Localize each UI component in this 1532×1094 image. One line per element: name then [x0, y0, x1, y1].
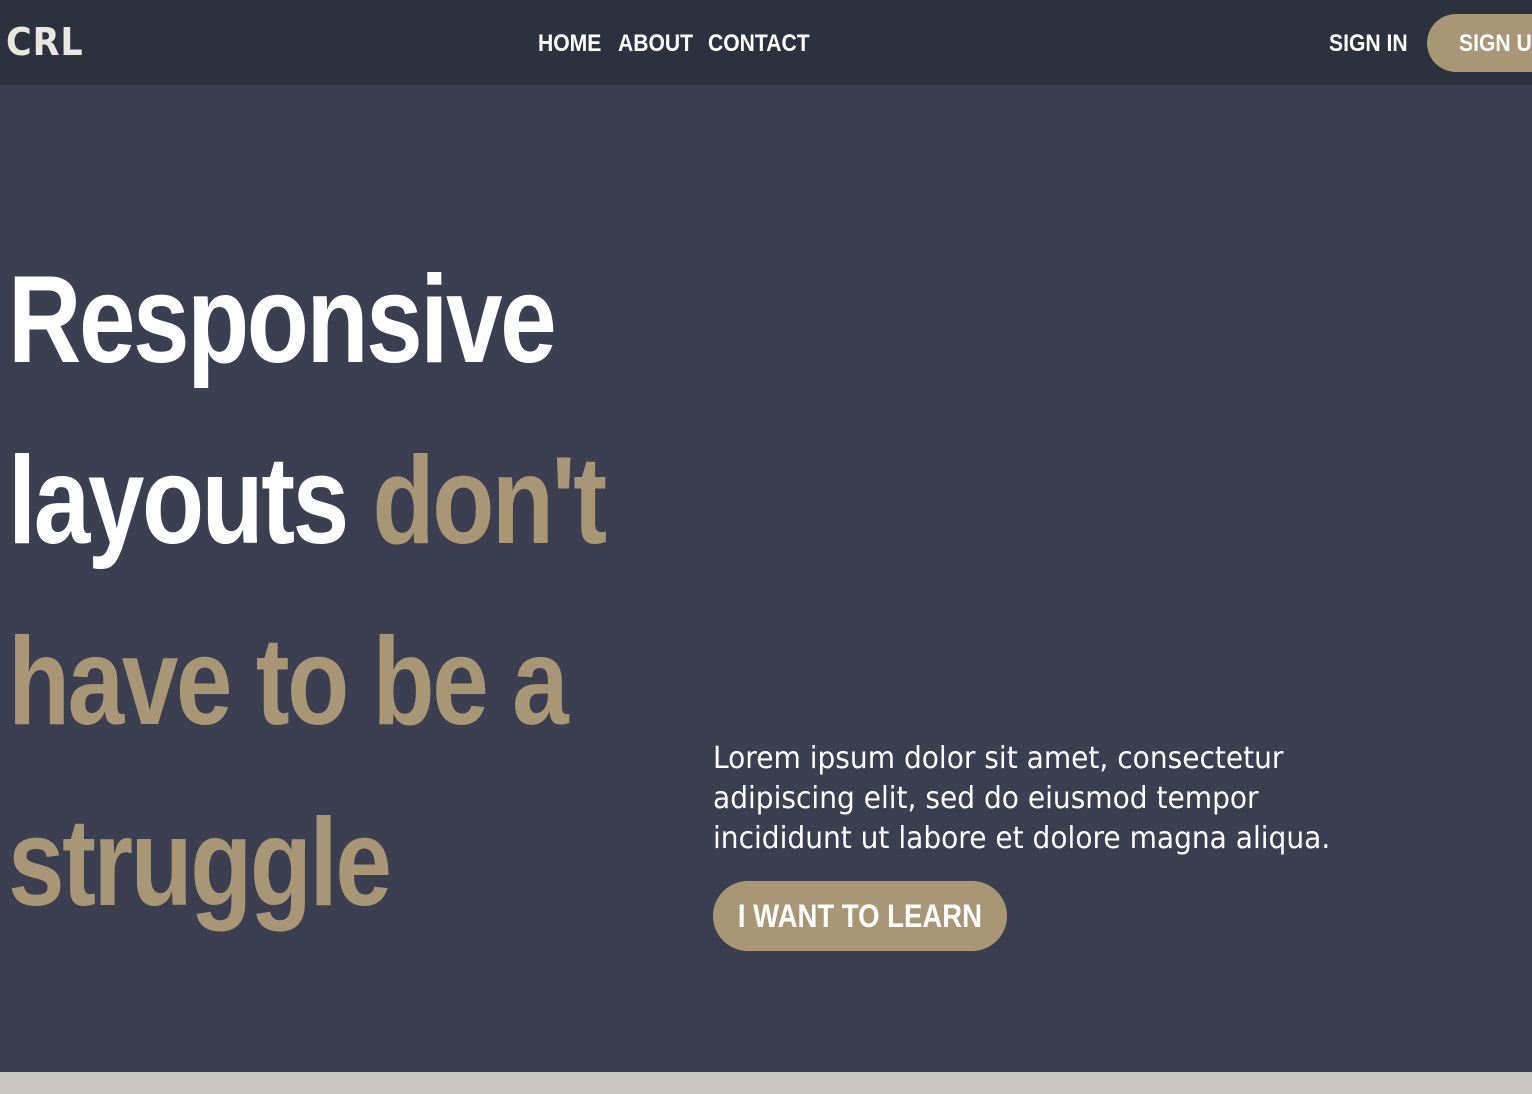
nav-link-about[interactable]: ABOUT [618, 25, 693, 63]
hero-heading-line-1: Responsive [8, 230, 566, 411]
hero-paragraph-line-1: Lorem ipsum dolor sit amet, consectetur [713, 741, 1284, 776]
nav-link-contact[interactable]: CONTACT [708, 25, 810, 63]
hero-heading-word-layouts: layouts [8, 432, 349, 570]
learn-cta-label: I WANT TO LEARN [737, 898, 983, 934]
sign-up-button[interactable]: SIGN UP [1427, 14, 1532, 72]
nav-link-home[interactable]: HOME [538, 25, 601, 63]
top-navbar: CRL HOME ABOUT CONTACT SIGN IN SIGN UP [0, 0, 1532, 85]
hero-paragraph-line-2: adipiscing elit, sed do eiusmod tempor [713, 781, 1259, 816]
sign-in-link[interactable]: SIGN IN [1329, 25, 1408, 63]
hero-paragraph: Lorem ipsum dolor sit amet, consectetur … [713, 739, 1473, 859]
hero-heading-word-dont: don't [372, 432, 608, 570]
hero-heading-word-responsive: Responsive [8, 251, 557, 389]
next-section-edge [0, 1072, 1532, 1094]
sign-up-label: SIGN UP [1459, 30, 1532, 57]
hero-paragraph-line-3: incididunt ut labore et dolore magna ali… [713, 821, 1331, 856]
hero-heading-line-4: struggle [8, 794, 392, 932]
learn-cta-button[interactable]: I WANT TO LEARN [713, 881, 1007, 951]
hero-heading: Responsive layouts don't have to be a st… [8, 230, 688, 954]
hero-heading-line-3: have to be a [8, 613, 569, 751]
logo[interactable]: CRL [6, 14, 84, 70]
hero-heading-line-2: layouts don't [8, 411, 607, 592]
